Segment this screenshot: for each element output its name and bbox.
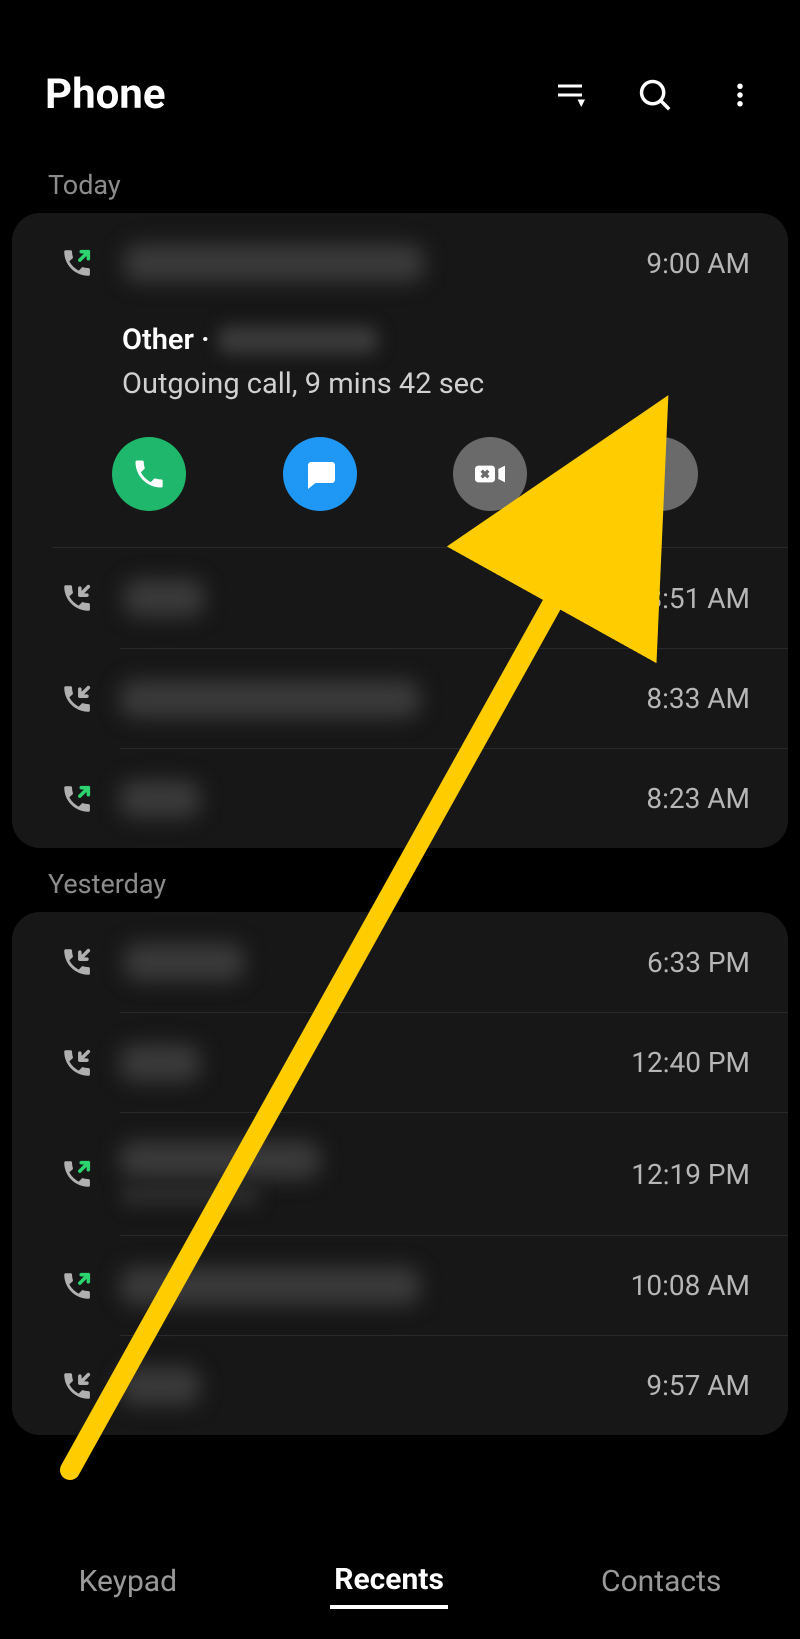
incoming-call-icon xyxy=(60,581,94,615)
call-time: 10:08 AM xyxy=(631,1269,750,1302)
call-contact-name xyxy=(120,1367,634,1405)
call-contact-name xyxy=(120,1141,619,1207)
call-contact-name xyxy=(124,244,634,282)
tab-contacts[interactable]: Contacts xyxy=(597,1556,725,1607)
phone-number-redacted xyxy=(218,326,378,354)
tab-keypad[interactable]: Keypad xyxy=(75,1556,181,1607)
call-row[interactable]: 8:23 AM xyxy=(120,748,788,848)
call-row[interactable]: 12:19 PM xyxy=(120,1112,788,1235)
call-contact-name xyxy=(120,680,634,718)
call-button[interactable] xyxy=(112,437,186,511)
app-header: Phone xyxy=(0,0,800,149)
call-row[interactable]: 12:40 PM xyxy=(120,1012,788,1112)
call-row[interactable]: 10:08 AM xyxy=(120,1235,788,1335)
message-button[interactable] xyxy=(283,437,357,511)
call-time: 12:40 PM xyxy=(631,1046,750,1079)
call-time: 9:00 AM xyxy=(646,247,750,280)
call-contact-name xyxy=(120,1267,619,1305)
call-contact-name xyxy=(124,943,635,981)
call-time: 8:51 AM xyxy=(646,582,750,615)
call-row-expanded[interactable]: 9:00 AM xyxy=(12,213,788,313)
video-call-button[interactable] xyxy=(453,437,527,511)
app-title: Phone xyxy=(45,70,550,119)
call-row[interactable]: 8:33 AM xyxy=(120,648,788,748)
section-label-yesterday: Yesterday xyxy=(0,848,800,912)
number-type-label: Other · xyxy=(122,323,210,357)
call-duration-label: Outgoing call, 9 mins 42 sec xyxy=(122,367,744,401)
call-time: 8:23 AM xyxy=(646,782,750,815)
bottom-nav: Keypad Recents Contacts xyxy=(0,1536,800,1639)
call-contact-name xyxy=(120,780,634,818)
call-time: 12:19 PM xyxy=(631,1158,750,1191)
call-row[interactable]: 9:57 AM xyxy=(120,1335,788,1435)
incoming-call-icon xyxy=(60,1046,94,1080)
call-expanded-detail: Other · Outgoing call, 9 mins 42 sec xyxy=(12,313,788,407)
yesterday-card: 6:33 PM 12:40 PM 12:19 PM 10:08 AM 9:57 … xyxy=(12,912,788,1435)
outgoing-call-icon xyxy=(60,782,94,816)
header-actions xyxy=(550,75,760,115)
call-contact-name xyxy=(120,1044,619,1082)
call-time: 8:33 AM xyxy=(646,682,750,715)
tab-recents[interactable]: Recents xyxy=(330,1554,448,1609)
call-time: 6:33 PM xyxy=(647,946,750,979)
today-card: 9:00 AM Other · Outgoing call, 9 mins 42… xyxy=(12,213,788,848)
incoming-call-icon xyxy=(60,1369,94,1403)
call-time: 9:57 AM xyxy=(646,1369,750,1402)
more-options-icon[interactable] xyxy=(720,75,760,115)
info-button[interactable] xyxy=(624,437,698,511)
incoming-call-icon xyxy=(60,682,94,716)
outgoing-call-icon xyxy=(60,246,94,280)
call-row[interactable]: 6:33 PM xyxy=(12,912,788,1012)
outgoing-call-icon xyxy=(60,1269,94,1303)
section-label-today: Today xyxy=(0,149,800,213)
incoming-call-icon xyxy=(60,945,94,979)
filter-icon[interactable] xyxy=(550,75,590,115)
call-action-row xyxy=(12,407,788,547)
call-row[interactable]: 8:51 AM xyxy=(12,548,788,648)
outgoing-call-icon xyxy=(60,1157,94,1191)
search-icon[interactable] xyxy=(635,75,675,115)
call-contact-name xyxy=(124,579,634,617)
